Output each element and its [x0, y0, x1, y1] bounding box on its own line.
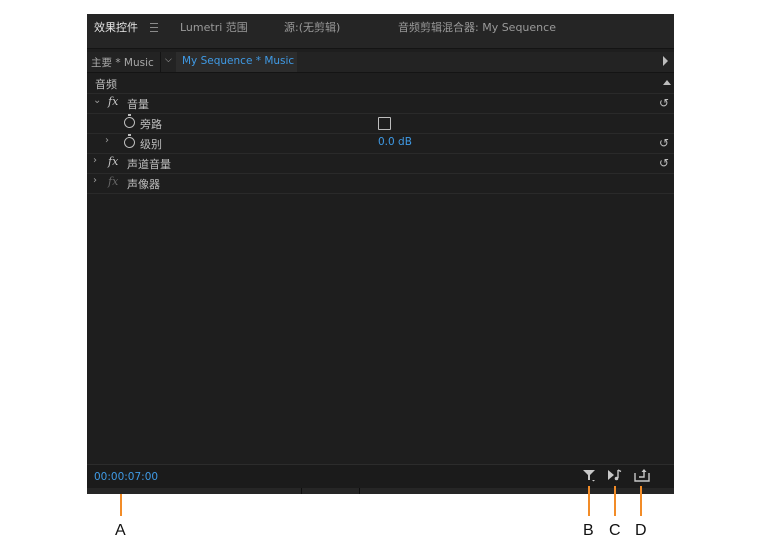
property-row-bypass: 旁路	[87, 114, 674, 134]
scroll-up-icon[interactable]	[663, 80, 671, 85]
effect-row-volume[interactable]: ⌄ fx 音量 ↺	[87, 94, 674, 114]
section-header-label: 音频	[95, 78, 117, 91]
property-label: 旁路	[140, 118, 162, 131]
panel-footer: 00:00:07:00	[87, 464, 674, 489]
effect-row-channel-volume[interactable]: › fx 声道音量 ↺	[87, 154, 674, 174]
timeline-scroll-strip[interactable]	[87, 488, 674, 494]
filter-icon[interactable]	[579, 468, 599, 486]
callout-label-b: B	[583, 522, 594, 539]
export-icon[interactable]	[632, 468, 652, 486]
callout-line-a	[120, 494, 122, 516]
effect-label: 声像器	[127, 178, 160, 191]
tab-lumetri-scopes[interactable]: Lumetri 范围	[180, 19, 248, 35]
reset-icon[interactable]: ↺	[659, 136, 669, 150]
strip-divider	[359, 488, 360, 494]
callout-label-c: C	[609, 522, 621, 539]
chevron-down-icon[interactable]: ⌄	[93, 95, 101, 106]
stopwatch-icon[interactable]	[124, 134, 135, 148]
tab-effect-controls[interactable]: 效果控件	[94, 19, 138, 35]
effect-label: 音量	[127, 98, 149, 111]
callout-line-c	[614, 486, 616, 516]
chevron-right-icon[interactable]: ›	[105, 135, 109, 146]
fx-toggle-icon[interactable]: fx	[108, 95, 118, 108]
callout-line-b	[588, 486, 590, 516]
panel-menu-icon[interactable]	[150, 23, 158, 32]
chevron-down-icon[interactable]: ⌵	[165, 55, 172, 65]
property-row-level: › 级别 0.0 dB ↺	[87, 134, 674, 154]
timecode-display[interactable]: 00:00:07:00	[94, 471, 158, 483]
section-header-audio: 音频	[87, 74, 674, 94]
strip-divider	[301, 488, 302, 494]
reset-icon[interactable]: ↺	[659, 96, 669, 110]
panel-tab-bar: 效果控件 Lumetri 范围 源:(无剪辑) 音频剪辑混合器: My Sequ…	[87, 14, 674, 49]
tab-audio-clip-mixer[interactable]: 音频剪辑混合器: My Sequence	[398, 19, 556, 35]
effect-label: 声道音量	[127, 158, 171, 171]
reset-icon[interactable]: ↺	[659, 156, 669, 170]
fx-toggle-icon[interactable]: fx	[108, 175, 118, 188]
chevron-right-icon[interactable]: ›	[93, 175, 97, 186]
stopwatch-icon[interactable]	[124, 114, 135, 128]
timeline-expand-arrow-icon[interactable]	[663, 56, 668, 66]
property-label: 级别	[140, 138, 162, 151]
effect-controls-panel: 效果控件 Lumetri 范围 源:(无剪辑) 音频剪辑混合器: My Sequ…	[87, 14, 674, 494]
callout-label-d: D	[635, 522, 647, 539]
callout-label-a: A	[115, 522, 126, 539]
active-clip-label[interactable]: My Sequence * Music	[182, 55, 294, 67]
effect-row-panner[interactable]: › fx 声像器	[87, 174, 674, 194]
fx-toggle-icon[interactable]: fx	[108, 155, 118, 168]
chevron-right-icon[interactable]: ›	[93, 155, 97, 166]
bypass-checkbox[interactable]	[378, 117, 391, 130]
play-audio-icon[interactable]	[605, 468, 625, 486]
clip-divider	[160, 52, 161, 72]
clip-selector-bar: 主要 * Music ⌵ My Sequence * Music	[87, 52, 674, 73]
tab-source[interactable]: 源:(无剪辑)	[284, 19, 340, 35]
callout-line-d	[640, 486, 642, 516]
level-value[interactable]: 0.0 dB	[378, 136, 412, 148]
master-clip-label[interactable]: 主要 * Music	[91, 55, 154, 70]
